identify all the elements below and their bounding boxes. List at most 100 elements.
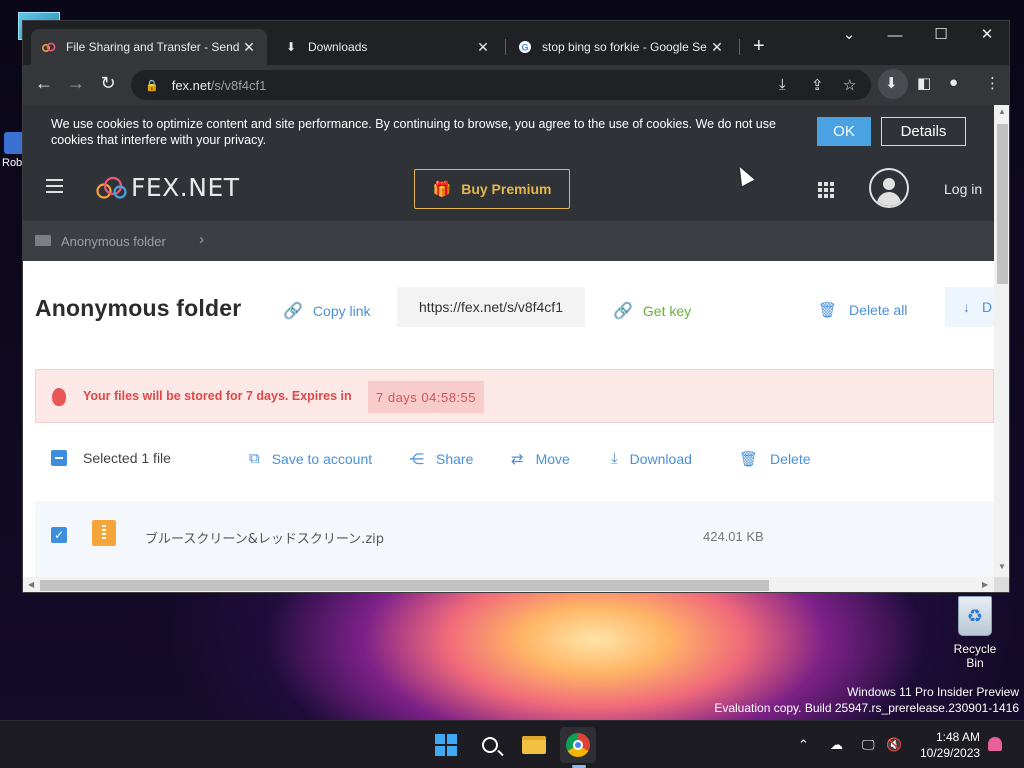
zip-file-icon — [92, 520, 116, 546]
move-button[interactable]: ⇄ Move — [511, 450, 570, 468]
tab-downloads[interactable]: ⬇ Downloads ✕ — [273, 29, 501, 65]
breadcrumb: Anonymous folder › — [23, 221, 994, 261]
share-icon[interactable]: ⇪ — [811, 76, 824, 94]
share-url-field[interactable]: https://fex.net/s/v8f4cf1 — [397, 287, 585, 327]
folder-header: Anonymous folder 🔗 Copy link https://fex… — [23, 261, 994, 353]
page-title: Anonymous folder — [35, 295, 242, 321]
maximize-icon[interactable]: ☐ — [921, 25, 961, 43]
volume-muted-icon[interactable]: 🔇 — [886, 737, 902, 753]
breadcrumb-item[interactable]: Anonymous folder — [61, 234, 166, 249]
expiry-timer: 7 days 04:58:55 — [368, 381, 485, 413]
tab-title: stop bing so forkie - Google Se — [542, 40, 707, 54]
recycle-bin-icon[interactable]: ♻ — [958, 596, 992, 636]
fex-icon — [41, 39, 57, 55]
scroll-up-arrow-icon[interactable]: ▲ — [998, 107, 1006, 116]
profile-icon[interactable]: ● — [949, 74, 958, 91]
vertical-scroll-thumb[interactable] — [997, 124, 1008, 284]
key-link-icon: 🔗 — [613, 303, 633, 320]
lock-icon[interactable]: 🔒 — [145, 79, 159, 92]
share-label: Share — [436, 451, 474, 467]
search-icon — [482, 737, 498, 753]
apps-grid-icon[interactable] — [818, 182, 834, 198]
download-button[interactable]: ⤓ Download — [611, 450, 692, 467]
tab-search-chevron-icon[interactable]: ⌄ — [829, 25, 869, 43]
share-button[interactable]: ⋲ Share — [409, 450, 473, 468]
select-all-checkbox[interactable] — [51, 450, 67, 466]
scroll-right-arrow-icon[interactable]: ▶ — [982, 580, 988, 589]
copy-link-button[interactable]: 🔗 Copy link — [283, 301, 371, 321]
buy-premium-button[interactable]: 🎁 Buy Premium — [414, 169, 570, 209]
user-avatar-icon[interactable] — [869, 168, 909, 208]
get-key-button[interactable]: 🔗 Get key — [613, 301, 691, 321]
back-arrow-icon[interactable]: ← — [32, 73, 56, 94]
trash-icon: 🗑 — [739, 451, 759, 468]
move-label: Move — [535, 451, 570, 467]
close-icon[interactable]: ✕ — [241, 39, 257, 56]
menu-kebab-icon[interactable]: ⋮ — [985, 74, 1000, 92]
tab-fex[interactable]: File Sharing and Transfer - Send ✕ — [31, 29, 267, 65]
chevron-right-icon: › — [199, 231, 204, 248]
onedrive-icon[interactable]: ☁ — [830, 737, 843, 753]
cookie-text: We use cookies to optimize content and s… — [51, 117, 776, 147]
buy-premium-label: Buy Premium — [461, 181, 552, 197]
tab-separator — [505, 39, 506, 55]
delete-all-button[interactable]: 🗑 Delete all — [818, 301, 907, 319]
cookie-ok-button[interactable]: OK — [817, 117, 871, 146]
horizontal-scrollbar[interactable]: ◀ ▶ — [23, 577, 994, 592]
download-arrow-icon: ↓ — [963, 299, 970, 315]
new-tab-plus-icon[interactable]: + — [753, 35, 765, 58]
fire-icon — [52, 388, 66, 406]
start-button[interactable] — [428, 727, 464, 763]
table-row[interactable]: ✓ ブルースクリーン&レッドスクリーン.zip 424.01 KB — [35, 501, 994, 577]
address-bar[interactable]: 🔒 fex.net/s/v8f4cf1 ⤓ ⇪ ☆ — [131, 70, 871, 100]
side-panel-icon[interactable]: ◧ — [917, 74, 931, 92]
file-explorer-button[interactable] — [516, 727, 552, 763]
folder-icon — [35, 235, 51, 246]
tab-bar: File Sharing and Transfer - Send ✕ ⬇ Dow… — [23, 21, 1009, 65]
window-close-icon[interactable]: ✕ — [967, 25, 1007, 43]
file-name[interactable]: ブルースクリーン&レッドスクリーン.zip — [145, 528, 384, 547]
login-link[interactable]: Log in — [944, 181, 982, 197]
system-clock[interactable]: 1:48 AM 10/29/2023 — [920, 729, 980, 761]
hamburger-menu-icon[interactable] — [46, 179, 63, 197]
file-checkbox[interactable]: ✓ — [51, 527, 67, 543]
gift-icon: 🎁 — [432, 181, 452, 198]
address-host: fex.net — [171, 77, 211, 93]
download-all-button[interactable]: ↓ D — [945, 287, 994, 327]
scroll-left-arrow-icon[interactable]: ◀ — [28, 580, 34, 589]
save-to-account-button[interactable]: ⧉ Save to account — [249, 450, 372, 467]
web-page: We use cookies to optimize content and s… — [23, 105, 994, 577]
download-label: Download — [629, 450, 692, 467]
close-icon[interactable]: ✕ — [709, 39, 725, 56]
minimize-icon[interactable]: — — [875, 27, 915, 44]
notification-bell-icon[interactable] — [988, 737, 1002, 751]
horizontal-scroll-thumb[interactable] — [40, 580, 769, 591]
download-all-label: D — [982, 299, 993, 315]
cookie-banner: We use cookies to optimize content and s… — [23, 105, 994, 157]
chrome-taskbar-button[interactable] — [560, 727, 596, 763]
tab-google[interactable]: G stop bing so forkie - Google Se ✕ — [507, 29, 735, 65]
cookie-details-button[interactable]: Details — [881, 117, 966, 146]
fex-logo-icon — [96, 176, 127, 199]
download-icon: ⤓ — [611, 450, 618, 467]
close-icon[interactable]: ✕ — [475, 39, 491, 56]
show-hidden-icons-chevron-icon[interactable]: ⌃ — [798, 737, 809, 753]
network-icon[interactable]: 🖵 — [862, 737, 875, 753]
expiry-notice: Your files will be stored for 7 days. Ex… — [35, 369, 994, 423]
delete-button[interactable]: 🗑 Delete — [739, 450, 811, 468]
reload-icon[interactable]: ↻ — [96, 73, 120, 94]
recycle-bin[interactable]: ♻ Recycle Bin — [944, 596, 1006, 670]
address-path: /s/v8f4cf1 — [210, 77, 267, 93]
svg-text:G: G — [521, 43, 528, 53]
site-logo[interactable]: FEX.NET — [95, 173, 240, 202]
recycle-bin-label[interactable]: Recycle Bin — [944, 642, 1006, 670]
install-app-icon[interactable]: ⤓ — [779, 76, 786, 93]
search-button[interactable] — [472, 727, 508, 763]
bookmark-star-icon[interactable]: ☆ — [843, 76, 856, 94]
desktop-app-label[interactable]: Rob — [2, 157, 22, 169]
downloads-icon[interactable]: ⬇ — [885, 74, 898, 92]
forward-arrow-icon[interactable]: → — [64, 73, 88, 94]
delete-all-label: Delete all — [849, 302, 908, 318]
scroll-down-arrow-icon[interactable]: ▼ — [998, 562, 1006, 571]
vertical-scrollbar[interactable]: ▲ ▼ — [994, 105, 1009, 577]
